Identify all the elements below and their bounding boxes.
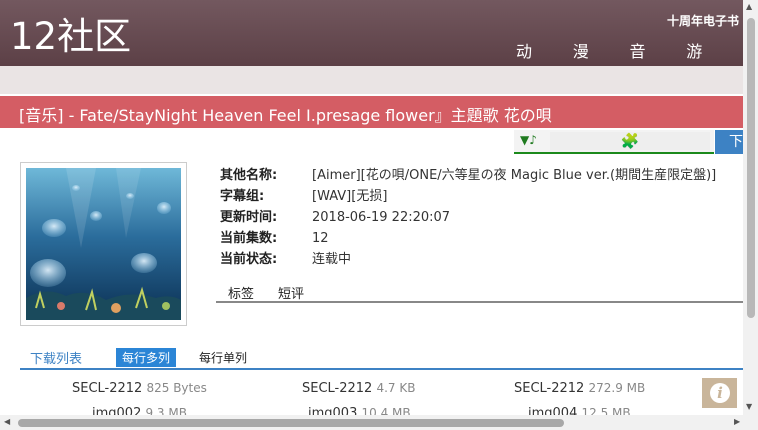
file-name: SECL-2212: [302, 381, 373, 396]
info-value: [WAV][无损]: [312, 189, 388, 204]
album-cover-image[interactable]: [26, 168, 181, 320]
info-label: 当前集数:: [220, 231, 278, 246]
horizontal-scrollbar-thumb[interactable]: [18, 419, 564, 427]
multi-column-toggle[interactable]: 每行多列: [116, 348, 177, 367]
info-label: 更新时间:: [220, 210, 278, 225]
media-tab[interactable]: ▼♪ 🧩: [514, 130, 714, 154]
info-value: 连载中: [312, 252, 352, 267]
file-name: SECL-2212: [514, 381, 585, 396]
info-value: 12: [312, 231, 329, 246]
file-size: 825 Bytes: [146, 381, 207, 395]
scroll-right-icon[interactable]: ▶: [734, 418, 740, 426]
single-column-toggle[interactable]: 每行单列: [199, 349, 247, 366]
info-row-alias: 其他名称: [Aimer][花の唄/ONE/六等星の夜 Magic Blue ve…: [220, 164, 716, 183]
puzzle-plugin-icon[interactable]: 🧩: [550, 132, 710, 150]
download-list-header: 下载列表 每行多列 每行单列: [20, 346, 743, 370]
file-name: SECL-2212: [72, 381, 143, 396]
info-row-subgroup: 字幕组: [WAV][无损]: [220, 185, 387, 204]
scroll-left-icon[interactable]: ◀: [4, 418, 10, 426]
info-icon: i: [710, 383, 730, 403]
info-label: 当前状态:: [220, 252, 278, 267]
scroll-up-icon[interactable]: ▲: [746, 3, 752, 11]
file-size: 4.7 KB: [376, 381, 416, 395]
tab-tags[interactable]: 标签: [228, 283, 254, 302]
site-logo[interactable]: 12社区: [10, 14, 131, 60]
file-item[interactable]: SECL-2212 4.7 KB: [302, 381, 415, 396]
music-note-icon: ▼♪: [520, 133, 537, 147]
info-row-updated: 更新时间: 2018-06-19 22:20:07: [220, 206, 450, 225]
page-title: [音乐] - Fate/StayNight Heaven Feel I.pres…: [19, 106, 552, 125]
info-row-status: 当前状态: 连载中: [220, 248, 351, 267]
info-row-episodes: 当前集数: 12: [220, 227, 329, 246]
album-cover-frame: [20, 162, 187, 326]
info-value: 2018-06-19 22:20:07: [312, 210, 451, 225]
tab-comments[interactable]: 短评: [278, 283, 304, 302]
info-value: [Aimer][花の唄/ONE/六等星の夜 Magic Blue ver.(期間…: [312, 168, 717, 183]
sub-header-strip: [0, 66, 743, 94]
vertical-scrollbar-thumb[interactable]: [747, 18, 755, 318]
file-item[interactable]: SECL-2212 272.9 MB: [514, 381, 645, 396]
scroll-down-icon[interactable]: ▼: [746, 403, 752, 411]
download-tab[interactable]: 下: [715, 130, 743, 154]
info-button[interactable]: i: [702, 378, 737, 408]
info-label: 其他名称:: [220, 168, 278, 183]
anniversary-link[interactable]: 十周年电子书: [667, 12, 739, 29]
title-bar: [音乐] - Fate/StayNight Heaven Feel I.pres…: [0, 96, 743, 128]
file-item[interactable]: SECL-2212 825 Bytes: [72, 381, 207, 396]
file-size: 272.9 MB: [588, 381, 646, 395]
tag-tabs: 标签 短评: [216, 282, 743, 303]
download-list-title: 下载列表: [30, 352, 83, 367]
site-header: 12社区 十周年电子书 动画 漫画 音乐 游戏: [0, 0, 743, 85]
info-label: 字幕组:: [220, 189, 265, 204]
